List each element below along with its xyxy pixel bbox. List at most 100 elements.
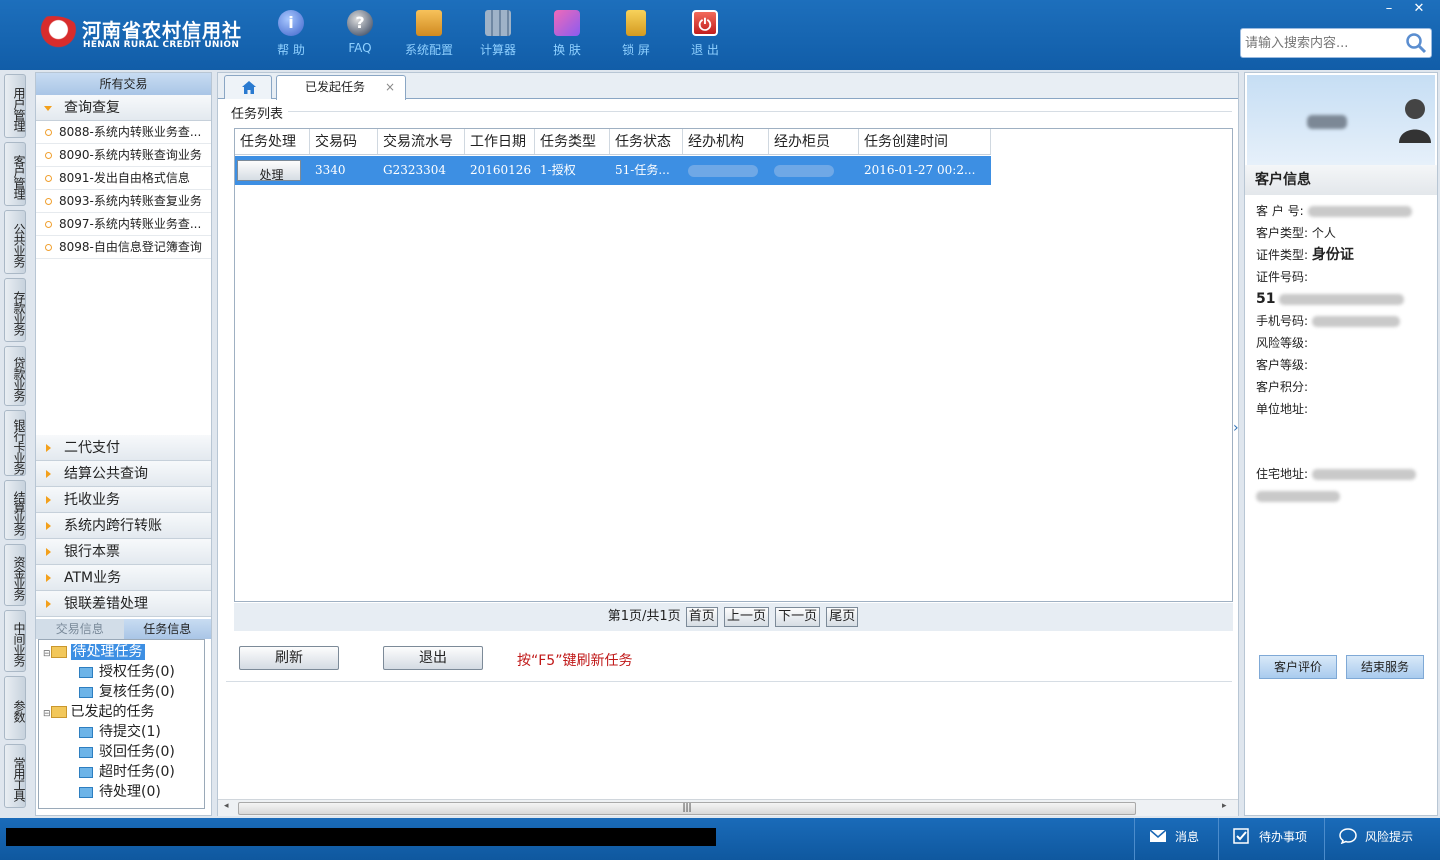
menu-group-cashier-check[interactable]: 银行本票 [36, 539, 211, 565]
tab-initiated-tasks[interactable]: 已发起任务 × [276, 75, 406, 100]
help-button[interactable]: i 帮 助 [261, 10, 321, 60]
mail-icon [1149, 829, 1167, 842]
folder-icon [50, 706, 67, 718]
menu-group-interbank[interactable]: 系统内跨行转账 [36, 513, 211, 539]
prev-page-button[interactable]: 上一页 [723, 606, 769, 627]
chat-bubble-icon [1339, 828, 1357, 844]
module-tab-customer-mgmt[interactable]: 客户管理 [4, 142, 26, 206]
scroll-right-icon[interactable]: ▸ [1222, 801, 1227, 811]
field-customer-type: 客户类型: 个人 [1256, 226, 1336, 240]
checkbox-icon [1233, 828, 1249, 844]
menu-title: 所有交易 [36, 73, 211, 95]
tree-node-timeout[interactable]: 超时任务(0) [79, 762, 175, 782]
divider [226, 681, 1232, 682]
main-panel: 已发起任务 × 任务列表 任务处理 交易码 交易流水号 工作日期 任务类型 任务… [217, 72, 1239, 816]
cell-created: 2016-01-27 00:2... [864, 163, 976, 177]
top-bar: 河南省农村信用社 HENAN RURAL CREDIT UNION i 帮 助 … [0, 0, 1440, 70]
window-controls: – ✕ [1374, 0, 1440, 18]
exit-task-button[interactable]: 退出 [383, 646, 483, 670]
tree-node-rejected[interactable]: 驳回任务(0) [79, 742, 175, 762]
system-config-button[interactable]: 系统配置 [399, 10, 459, 60]
risk-tips-button[interactable]: 风险提示 [1324, 818, 1440, 860]
refresh-button[interactable]: 刷新 [239, 646, 339, 670]
section-divider [288, 111, 1232, 112]
info-tabs: 交易信息 任务信息 [36, 619, 211, 639]
collapse-right-panel-icon[interactable]: › [1233, 420, 1241, 468]
process-button[interactable]: 处理 [237, 160, 301, 181]
module-tab-public[interactable]: 公共业务 [4, 210, 26, 274]
messages-button[interactable]: 消息 [1134, 818, 1226, 860]
logo: 河南省农村信用社 HENAN RURAL CREDIT UNION [26, 14, 241, 56]
tab-task-info[interactable]: 任务信息 [123, 619, 211, 639]
tab-home[interactable] [224, 75, 272, 99]
menu-item[interactable]: 8098-自由信息登记簿查询 [36, 236, 211, 259]
calculator-icon [485, 10, 511, 36]
menu-group-query[interactable]: 查询查复 [36, 95, 211, 121]
end-service-button[interactable]: 结束服务 [1346, 655, 1424, 679]
redacted-value [1307, 206, 1412, 217]
exit-button[interactable]: ⏻ 退 出 [675, 10, 735, 60]
horizontal-scrollbar[interactable]: ◂ ||| ▸ [218, 799, 1238, 816]
tree-node-pending[interactable]: ⊟ 待处理任务 [43, 642, 145, 662]
module-tab-user-mgmt[interactable]: 用户管理 [4, 74, 26, 138]
module-tab-tools[interactable]: 常用工具 [4, 744, 26, 808]
menu-group-unionpay-error[interactable]: 银联差错处理 [36, 591, 211, 617]
menu-item[interactable]: 8091-发出自由格式信息 [36, 167, 211, 190]
module-tab-bankcard[interactable]: 银行卡业务 [4, 410, 26, 476]
scroll-thumb[interactable]: ||| [238, 802, 1136, 815]
tree-node-to-submit[interactable]: 待提交(1) [79, 722, 161, 742]
logo-en: HENAN RURAL CREDIT UNION [83, 40, 240, 50]
tree-node-review[interactable]: 复核任务(0) [79, 682, 175, 702]
module-tab-deposit[interactable]: 存款业务 [4, 278, 26, 342]
customer-panel: 客户信息 客 户 号: 客户类型: 个人 证件类型: 身份证 证件号码: 51 … [1244, 72, 1438, 816]
redacted-teller [774, 164, 834, 177]
table-row[interactable]: 处理 3340 G2323304 20160126 1-授权 51-任务... … [235, 156, 991, 185]
cell-date: 20160126 [470, 163, 532, 177]
next-page-button[interactable]: 下一页 [775, 606, 821, 627]
menu-item[interactable]: 8090-系统内转账查询业务 [36, 144, 211, 167]
shirt-icon [554, 10, 580, 36]
redacted-org [688, 164, 758, 177]
task-tree: ⊟ 待处理任务 授权任务(0) 复核任务(0) ⊟ 已发起的任务 待提交(1) 驳回… [38, 639, 205, 809]
tab-transaction-info[interactable]: 交易信息 [36, 619, 124, 639]
module-tab-loan[interactable]: 贷款业务 [4, 346, 26, 406]
menu-group-atm[interactable]: ATM业务 [36, 565, 211, 591]
module-tab-intermediary[interactable]: 中间业务 [4, 610, 26, 672]
field-phone: 手机号码: [1256, 312, 1400, 330]
menu-group-collection[interactable]: 托收业务 [36, 487, 211, 513]
table-icon [79, 726, 93, 738]
close-window-button[interactable]: ✕ [1404, 0, 1434, 18]
field-risk: 风险等级: [1256, 336, 1309, 350]
first-page-button[interactable]: 首页 [685, 606, 718, 627]
close-tab-icon[interactable]: × [385, 76, 395, 98]
module-tab-settlement[interactable]: 结算业务 [4, 480, 26, 540]
table-icon [79, 686, 93, 698]
calculator-button[interactable]: 计算器 [468, 10, 528, 60]
tree-node-initiated[interactable]: ⊟ 已发起的任务 [43, 702, 155, 722]
tree-node-to-process[interactable]: 待处理(0) [79, 782, 161, 802]
faq-button[interactable]: ? FAQ [330, 10, 390, 60]
minimize-button[interactable]: – [1374, 0, 1404, 18]
scroll-left-icon[interactable]: ◂ [224, 801, 229, 811]
customer-profile [1247, 75, 1435, 165]
menu-item[interactable]: 8093-系统内转账查复业务 [36, 190, 211, 213]
field-work-address: 单位地址: [1256, 402, 1309, 416]
lock-screen-button[interactable]: 锁 屏 [606, 10, 666, 60]
module-tab-params[interactable]: 参数 [4, 676, 26, 740]
menu-item[interactable]: 8097-系统内转账业务查... [36, 213, 211, 236]
todo-button[interactable]: 待办事项 [1218, 818, 1324, 860]
search-icon[interactable] [1404, 31, 1428, 55]
last-page-button[interactable]: 尾页 [826, 606, 859, 627]
menu-item[interactable]: 8088-系统内转账业务查... [36, 121, 211, 144]
cell-code: 3340 [315, 163, 346, 177]
redacted-value [1311, 316, 1400, 327]
menu-group-settlement-query[interactable]: 结算公共查询 [36, 461, 211, 487]
module-tab-funds[interactable]: 资金业务 [4, 544, 26, 606]
power-icon: ⏻ [692, 10, 718, 36]
customer-rating-button[interactable]: 客户评价 [1259, 655, 1337, 679]
change-skin-button[interactable]: 换 肤 [537, 10, 597, 60]
field-id-no-label: 证件号码: [1256, 270, 1309, 284]
column-header: 任务状态 [610, 129, 683, 154]
menu-group-cnaps2[interactable]: 二代支付 [36, 435, 211, 461]
tree-node-auth[interactable]: 授权任务(0) [79, 662, 175, 682]
